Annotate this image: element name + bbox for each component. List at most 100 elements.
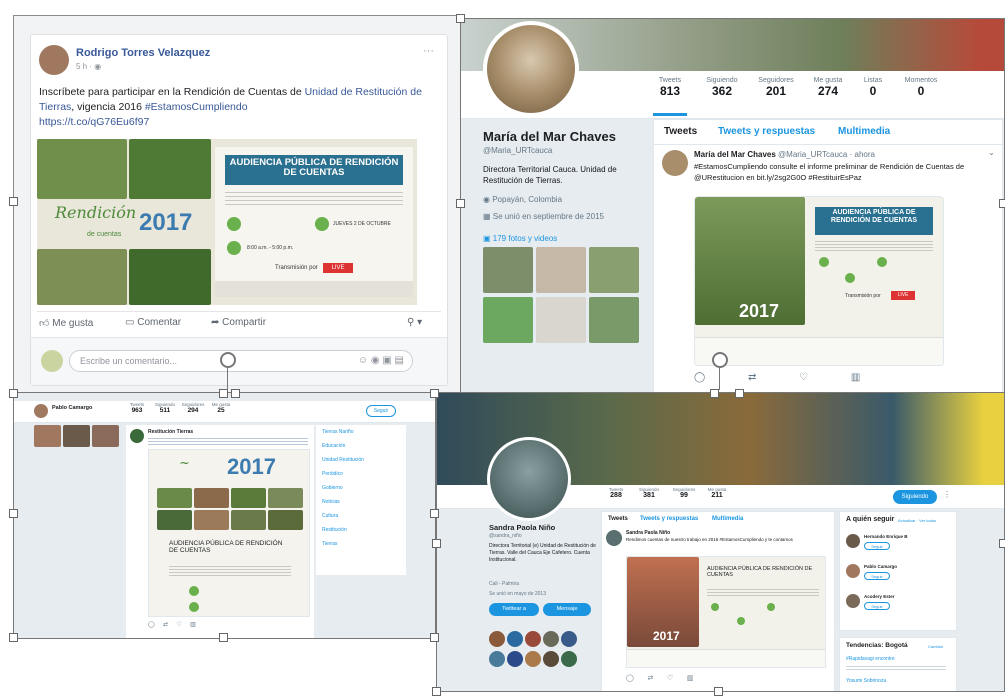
author-name[interactable]: Rodrigo Torres Velazquez: [76, 47, 210, 59]
small-avatar[interactable]: [34, 404, 48, 418]
tweet-avatar[interactable]: [130, 429, 144, 443]
resize-handle[interactable]: [735, 389, 744, 398]
suggestion-avatar[interactable]: [846, 564, 860, 578]
stat-tweets[interactable]: Tweets 963: [124, 402, 150, 414]
follower-avatar[interactable]: [489, 651, 505, 667]
stat-following[interactable]: Siguiendo 381: [635, 487, 663, 499]
stat-likes[interactable]: Me gusta 211: [703, 487, 731, 499]
stat-tweets[interactable]: Tweets 813: [649, 77, 691, 98]
page-avatar-selector[interactable]: ⚲ ▾: [407, 317, 422, 328]
analytics-icon[interactable]: ▥: [851, 372, 860, 383]
left-photos[interactable]: [34, 425, 120, 447]
resize-handle[interactable]: [219, 633, 228, 642]
like-icon[interactable]: ♡: [799, 372, 808, 383]
suggestion-follow-button[interactable]: Seguir: [864, 602, 890, 610]
emoji-icons[interactable]: ☺ ◉ ▣ ▤: [358, 355, 404, 366]
tweet-avatar[interactable]: [662, 150, 688, 176]
grid-photo[interactable]: [63, 425, 90, 447]
follower-avatar[interactable]: [561, 651, 577, 667]
stat-likes[interactable]: Me gusta 274: [807, 77, 849, 98]
post-hashtag[interactable]: #EstamosCumpliendo: [145, 101, 248, 113]
grid-photo[interactable]: [536, 247, 586, 293]
tweet-image[interactable]: 2017 ~ AUDIENCIA PÚBLICA DE RENDICIÓN DE…: [148, 449, 310, 617]
side-item[interactable]: Gobierno: [322, 485, 343, 491]
more-icon[interactable]: ⋮: [943, 490, 951, 499]
resize-handle[interactable]: [9, 389, 18, 398]
author-avatar[interactable]: [39, 45, 69, 75]
resize-handle[interactable]: [9, 509, 18, 518]
tweet-author[interactable]: Restitución Tierras: [148, 429, 193, 435]
grid-photo[interactable]: [589, 247, 639, 293]
suggestion-avatar[interactable]: [846, 534, 860, 548]
grid-photo[interactable]: [92, 425, 119, 447]
resize-handle[interactable]: [456, 14, 465, 23]
trend-item[interactable]: Yosumi Sobrinoza: [846, 678, 886, 684]
resize-handle[interactable]: [430, 389, 439, 398]
share-button[interactable]: ➦ Compartir: [211, 317, 266, 328]
resize-handle[interactable]: [456, 199, 465, 208]
grid-photo[interactable]: [34, 425, 61, 447]
post-url[interactable]: https://t.co/qG76Eu6f97: [39, 116, 149, 128]
follower-avatar[interactable]: [507, 631, 523, 647]
resize-handle[interactable]: [9, 633, 18, 642]
message-button[interactable]: Mensaje: [543, 603, 591, 616]
trends-change-link[interactable]: Cambiar: [928, 644, 943, 649]
resize-handle[interactable]: [9, 197, 18, 206]
stat-lists[interactable]: Listas 0: [855, 77, 891, 98]
side-item[interactable]: Tierras Nariño: [322, 429, 354, 435]
follower-avatar[interactable]: [489, 631, 505, 647]
side-item[interactable]: Tierras: [322, 541, 337, 547]
grid-photo[interactable]: [536, 297, 586, 343]
resize-handle[interactable]: [432, 539, 441, 548]
follower-avatar[interactable]: [543, 631, 559, 647]
photos-videos-link[interactable]: ▣ 179 fotos y videos: [483, 234, 557, 243]
tab-media[interactable]: Multimedia: [712, 516, 743, 522]
reply-icon[interactable]: ◯: [694, 372, 705, 383]
comment-input[interactable]: Escribe un comentario... ☺ ◉ ▣ ▤: [69, 350, 413, 372]
stat-moments[interactable]: Momentos 0: [897, 77, 945, 98]
stat-followers[interactable]: Seguidores 99: [669, 487, 699, 499]
side-item[interactable]: Educación: [322, 443, 345, 449]
follower-avatar[interactable]: [525, 631, 541, 647]
tweet-image[interactable]: 2017 AUDIENCIA PÚBLICA DE RENDICIÓN DE C…: [626, 556, 826, 668]
side-item[interactable]: Restitución: [322, 527, 347, 533]
grid-photo[interactable]: [483, 247, 533, 293]
stat-likes[interactable]: Me gusta 25: [208, 402, 234, 414]
profile-avatar[interactable]: [483, 21, 579, 117]
profile-handle[interactable]: @Maria_URTcauca: [483, 146, 552, 155]
tweet-image[interactable]: 2017 AUDIENCIA PÚBLICA DE RENDICIÓN DE C…: [694, 196, 944, 366]
stat-following[interactable]: Siguiendo 511: [152, 402, 178, 414]
resize-handle[interactable]: [999, 199, 1005, 208]
profile-avatar[interactable]: [487, 437, 571, 521]
post-image[interactable]: Rendición 2017 de cuentas AUDIENCIA PÚBL…: [37, 139, 417, 305]
tweet-avatar[interactable]: [606, 530, 622, 546]
tweet-author[interactable]: María del Mar Chaves: [694, 150, 776, 159]
follower-avatar[interactable]: [561, 631, 577, 647]
follower-avatar[interactable]: [543, 651, 559, 667]
profile-handle[interactable]: @sandra_niño: [489, 533, 522, 539]
follow-button[interactable]: Seguir: [366, 405, 396, 417]
resize-handle[interactable]: [714, 687, 723, 696]
side-item[interactable]: Periódico: [322, 471, 343, 477]
like-button[interactable]: 👍︎ Me gusta: [39, 317, 93, 329]
retweet-icon[interactable]: ⇄: [748, 372, 756, 383]
tab-tweets-replies[interactable]: Tweets y respuestas: [640, 516, 698, 522]
resize-handle[interactable]: [219, 389, 228, 398]
stat-tweets[interactable]: Tweets 288: [603, 487, 629, 499]
side-item[interactable]: Cultura: [322, 513, 338, 519]
post-menu-icon[interactable]: ···: [423, 45, 434, 57]
side-item[interactable]: Noticias: [322, 499, 340, 505]
resize-handle[interactable]: [231, 389, 240, 398]
tweet-caret-icon[interactable]: ⌄: [988, 148, 995, 157]
suggestion-follow-button[interactable]: Seguir: [864, 572, 890, 580]
side-item[interactable]: Unidad Restitución: [322, 457, 364, 463]
following-button[interactable]: Siguiendo: [893, 490, 937, 504]
resize-handle[interactable]: [430, 509, 439, 518]
comment-button[interactable]: ▭ Comentar: [125, 317, 181, 328]
resize-handle[interactable]: [999, 539, 1005, 548]
stat-following[interactable]: Siguiendo 362: [699, 77, 745, 98]
stat-followers[interactable]: Seguidores 294: [180, 402, 206, 414]
tweet-author[interactable]: Sandra Paola Niño: [626, 530, 670, 536]
trend-item[interactable]: #Rapidavagi encontre: [846, 656, 895, 662]
tab-media[interactable]: Multimedia: [838, 126, 890, 137]
